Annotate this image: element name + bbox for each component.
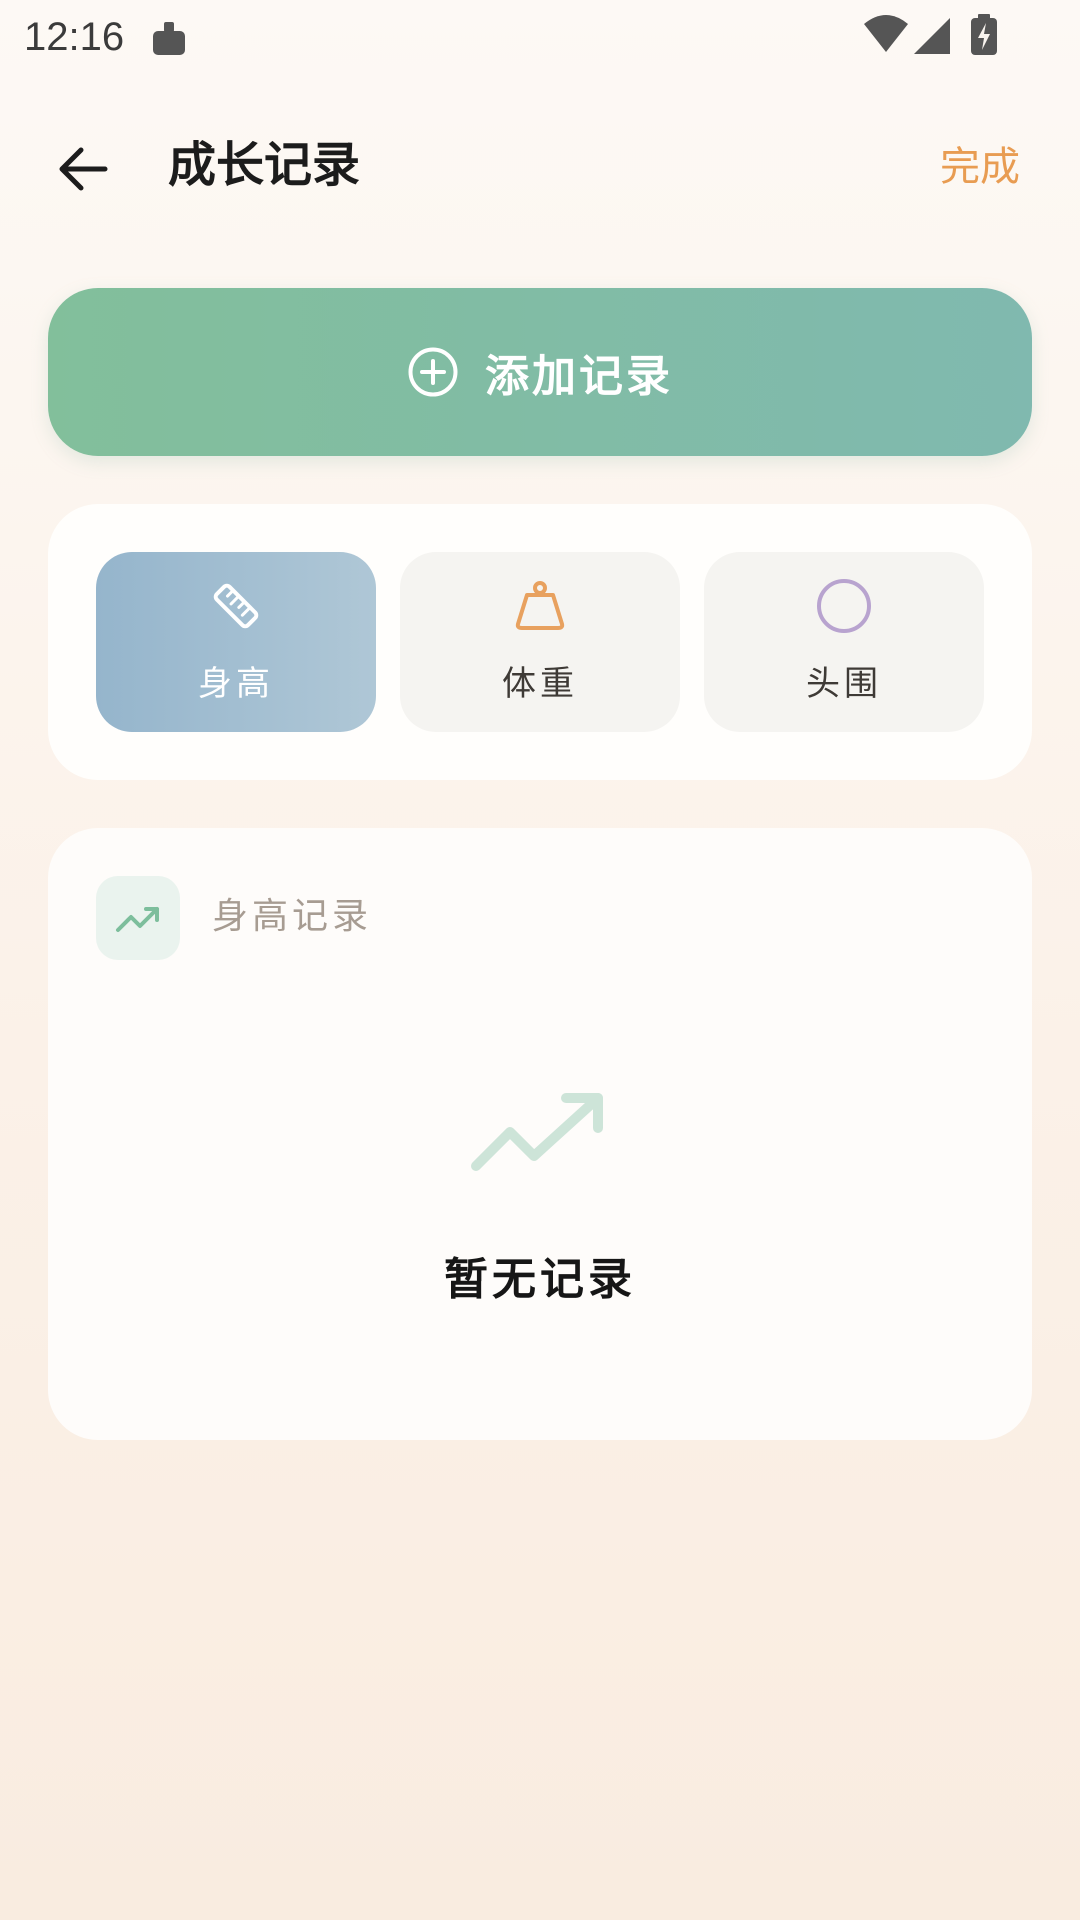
battery-charging-icon bbox=[970, 14, 998, 56]
add-record-button[interactable]: 添加记录 bbox=[48, 288, 1032, 456]
type-head-button[interactable]: 头围 bbox=[704, 552, 984, 732]
done-button[interactable]: 完成 bbox=[940, 136, 1020, 198]
status-bar: 12:16 bbox=[0, 0, 1080, 76]
cell-signal-icon bbox=[912, 14, 952, 56]
type-weight-button[interactable]: 体重 bbox=[400, 552, 680, 732]
type-head-label: 头围 bbox=[806, 664, 882, 704]
back-button[interactable] bbox=[50, 136, 116, 202]
weight-icon bbox=[400, 576, 680, 636]
records-title: 身高记录 bbox=[212, 896, 373, 937]
android-debug-icon bbox=[150, 20, 188, 58]
arrow-left-icon bbox=[59, 147, 108, 191]
type-height-label: 身高 bbox=[198, 664, 274, 704]
status-time: 12:16 bbox=[24, 15, 125, 59]
type-weight-label: 体重 bbox=[502, 664, 578, 704]
ruler-icon bbox=[96, 576, 376, 636]
type-height-button[interactable]: 身高 bbox=[96, 552, 376, 732]
plus-circle-icon bbox=[407, 346, 459, 398]
empty-trending-up-icon bbox=[470, 1090, 610, 1174]
wifi-icon bbox=[862, 14, 910, 56]
trending-up-icon bbox=[96, 876, 180, 960]
height-records-card: 身高记录 暂无记录 bbox=[48, 828, 1032, 1440]
page-title: 成长记录 bbox=[168, 137, 361, 193]
record-type-selector: 身高 体重 头围 bbox=[48, 504, 1032, 780]
circle-icon bbox=[704, 576, 984, 636]
top-app-bar: 成长记录 完成 bbox=[0, 110, 1080, 225]
add-record-label: 添加记录 bbox=[485, 351, 673, 402]
empty-state-text: 暂无记录 bbox=[444, 1254, 636, 1305]
